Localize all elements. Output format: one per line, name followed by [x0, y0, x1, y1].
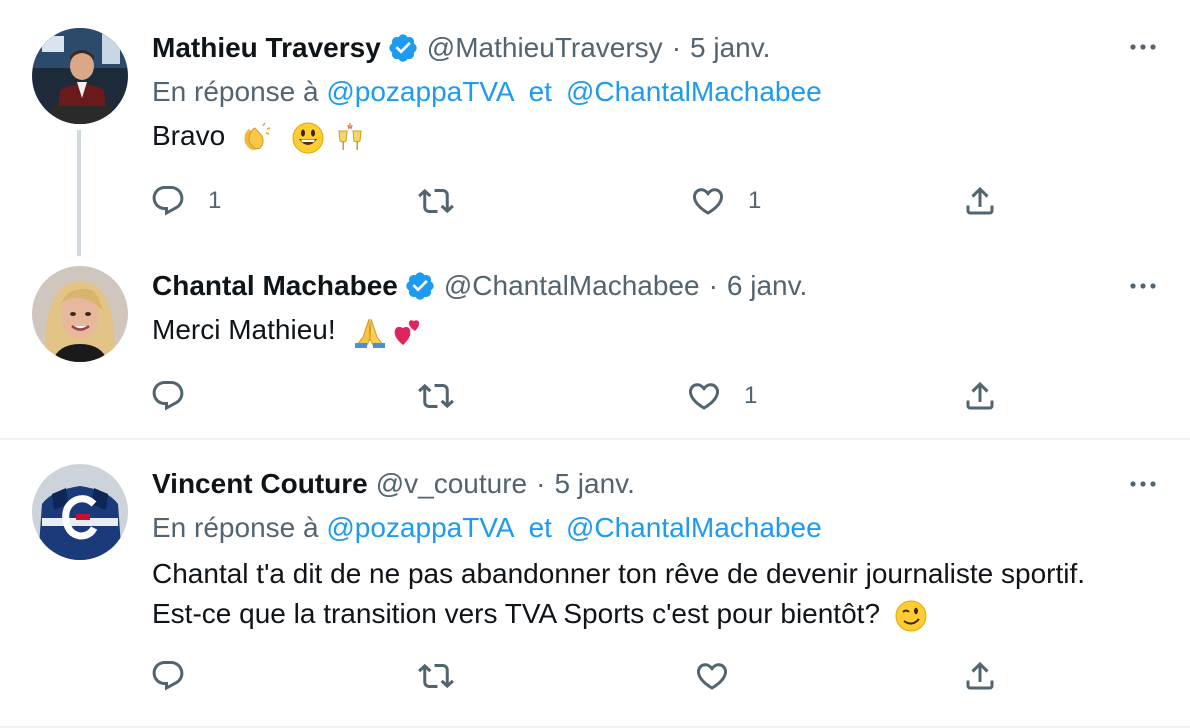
clapping-hands-icon [237, 121, 271, 155]
like-button[interactable]: 1 [690, 181, 761, 221]
share-button[interactable] [962, 656, 998, 696]
tweet-text-body: Merci Mathieu! [152, 314, 336, 345]
grinning-face-icon [291, 121, 325, 155]
retweet-icon [418, 383, 454, 409]
mention-link[interactable]: @pozappaTVA [326, 512, 514, 543]
tweet-chantal-machabee[interactable]: Chantal Machabee @ChantalMachabee · 6 ja… [0, 250, 1190, 440]
heart-icon [692, 188, 724, 215]
timestamp[interactable]: 6 janv. [727, 270, 807, 302]
like-count: 1 [744, 382, 758, 409]
author-name[interactable]: Chantal Machabee [152, 270, 398, 302]
tweet-text-line: Chantal t'a dit de ne pas abandonner ton… [152, 558, 1086, 589]
author-name[interactable]: Mathieu Traversy [152, 32, 381, 64]
mention-link[interactable]: @pozappaTVA [326, 76, 514, 107]
tweet-header: Mathieu Traversy @MathieuTraversy · 5 ja… [152, 31, 770, 65]
tweet-text-line: Est-ce que la transition vers TVA Sports… [152, 598, 881, 629]
tweet-actions: 1 1 [150, 181, 1010, 221]
two-hearts-icon [391, 315, 425, 349]
retweet-button[interactable] [418, 656, 454, 696]
more-options-icon[interactable] [1125, 276, 1161, 296]
retweet-button[interactable] [418, 376, 454, 416]
reply-icon [152, 186, 184, 216]
reply-button[interactable] [150, 656, 208, 696]
author-handle[interactable]: @v_couture [376, 468, 527, 500]
more-options-icon[interactable] [1125, 37, 1161, 57]
thread-line [77, 130, 81, 256]
author-name[interactable]: Vincent Couture [152, 468, 368, 500]
avatar[interactable] [32, 464, 128, 560]
tweet-text: Chantal t'a dit de ne pas abandonner ton… [152, 554, 1085, 634]
reply-button[interactable]: 1 [150, 181, 221, 221]
retweet-icon [418, 188, 454, 214]
like-count: 1 [748, 187, 762, 214]
tweet-vincent-couture[interactable]: Vincent Couture @v_couture · 5 janv. En … [0, 440, 1190, 728]
like-button[interactable] [694, 656, 752, 696]
reply-count: 1 [208, 187, 222, 214]
mention-link[interactable]: @ChantalMachabee [566, 76, 822, 107]
tweet-actions [150, 656, 1010, 696]
share-button[interactable] [962, 376, 998, 416]
folded-hands-icon [353, 315, 387, 349]
mention-link[interactable]: @ChantalMachabee [566, 512, 822, 543]
separator-dot: · [536, 468, 546, 499]
share-button[interactable] [962, 181, 998, 221]
reply-icon [152, 661, 184, 691]
winking-face-icon [894, 599, 928, 633]
tweet-header: Chantal Machabee @ChantalMachabee · 6 ja… [152, 269, 807, 303]
author-handle[interactable]: @MathieuTraversy [427, 32, 663, 64]
tweet-mathieu-traversy[interactable]: Mathieu Traversy @MathieuTraversy · 5 ja… [0, 0, 1190, 256]
tweet-text-body: Bravo [152, 120, 226, 151]
separator-dot: · [671, 32, 682, 63]
retweet-icon [418, 663, 454, 689]
reply-separator: et [528, 512, 552, 543]
reply-icon [152, 381, 184, 411]
share-icon [966, 186, 994, 215]
like-button[interactable]: 1 [686, 376, 757, 416]
timestamp[interactable]: 5 janv. [690, 32, 770, 64]
tweet-text: Merci Mathieu! [152, 310, 425, 350]
share-icon [966, 381, 994, 410]
reply-button[interactable] [150, 376, 208, 416]
timestamp[interactable]: 5 janv. [554, 468, 634, 500]
more-options-icon[interactable] [1125, 474, 1161, 494]
heart-icon [688, 383, 720, 410]
separator-dot: · [708, 270, 718, 301]
verified-badge-icon [404, 270, 436, 302]
heart-icon [696, 663, 728, 690]
reply-context: En réponse à @pozappaTVA et @ChantalMachab… [152, 76, 822, 108]
avatar[interactable] [32, 266, 128, 362]
retweet-button[interactable] [418, 181, 454, 221]
reply-separator: et [528, 76, 552, 107]
share-icon [966, 661, 994, 690]
reply-prefix: En réponse à [152, 76, 319, 107]
verified-badge-icon [387, 32, 419, 64]
reply-prefix: En réponse à [152, 512, 319, 543]
reply-context: En réponse à @pozappaTVA et @ChantalMachab… [152, 512, 822, 544]
tweet-text-line-2: Est-ce que la transition vers TVA Sports… [152, 594, 1085, 634]
clinking-glasses-icon [333, 121, 367, 155]
author-handle[interactable]: @ChantalMachabee [444, 270, 700, 302]
tweet-header: Vincent Couture @v_couture · 5 janv. [152, 467, 635, 501]
tweet-actions: 1 [150, 376, 1010, 416]
tweet-text: Bravo [152, 116, 367, 156]
avatar[interactable] [32, 28, 128, 124]
